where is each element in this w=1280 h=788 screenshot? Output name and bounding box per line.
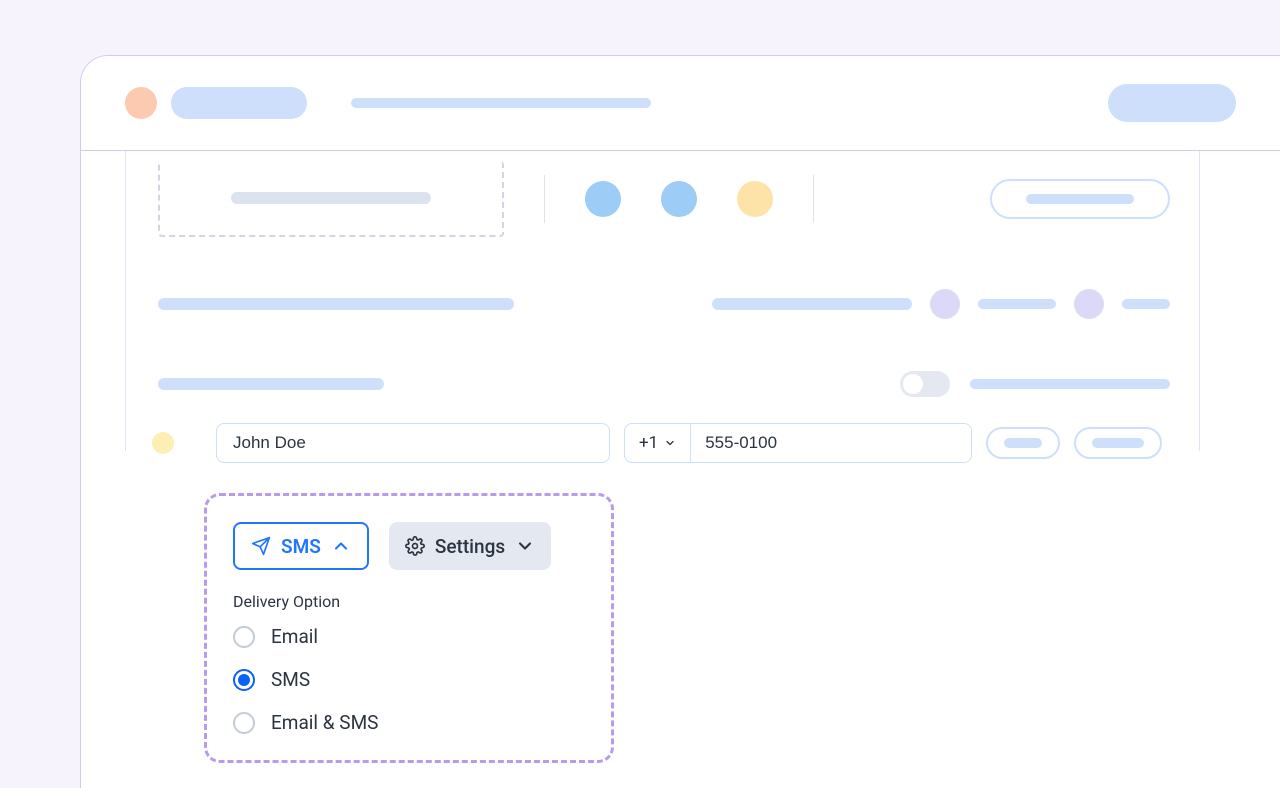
chevron-up-icon <box>331 536 351 556</box>
logo-text-placeholder <box>171 87 307 119</box>
action-button-2[interactable] <box>1074 427 1162 459</box>
delivery-section-label: Delivery Option <box>233 592 585 611</box>
action-button-1[interactable] <box>986 427 1060 459</box>
app-header <box>81 56 1280 151</box>
toggle-label-placeholder <box>970 379 1170 389</box>
send-icon <box>251 536 271 556</box>
radio-icon <box>233 669 255 691</box>
chevron-down-icon <box>515 536 535 556</box>
avatar-placeholder <box>930 289 960 319</box>
radio-option-email-sms[interactable]: Email & SMS <box>233 711 585 734</box>
delivery-radio-group: Email SMS Email & SMS <box>233 625 585 734</box>
country-code-value: +1 <box>639 433 658 453</box>
gear-icon <box>405 536 425 556</box>
text-placeholder <box>158 378 384 390</box>
phone-field: +1 <box>624 423 972 463</box>
phone-input[interactable] <box>691 424 971 462</box>
toggle-switch[interactable] <box>900 371 950 397</box>
swatch-yellow[interactable] <box>737 181 773 217</box>
radio-label: Email <box>271 625 318 648</box>
text-placeholder <box>158 298 514 310</box>
name-input[interactable] <box>216 423 610 463</box>
header-action-button[interactable] <box>1108 84 1236 122</box>
chevron-down-icon <box>664 437 676 449</box>
app-window: +1 SMS Sett <box>80 55 1280 788</box>
radio-icon <box>233 712 255 734</box>
text-placeholder <box>1122 299 1170 309</box>
country-code-select[interactable]: +1 <box>625 424 691 462</box>
text-placeholder <box>712 298 912 310</box>
text-placeholder <box>978 299 1056 309</box>
divider <box>813 175 814 223</box>
header-subtitle-placeholder <box>351 98 651 108</box>
content-panel: +1 SMS Sett <box>125 151 1280 451</box>
swatch-blue-1[interactable] <box>585 181 621 217</box>
divider <box>544 175 545 223</box>
drop-area-label-placeholder <box>231 192 431 204</box>
avatar-placeholder <box>1074 289 1104 319</box>
outline-button[interactable] <box>990 179 1170 219</box>
radio-label: SMS <box>271 668 310 691</box>
radio-icon <box>233 626 255 648</box>
row-marker-icon <box>152 432 174 454</box>
panel-right-border <box>1199 151 1200 451</box>
info-row-2 <box>158 371 1280 397</box>
outline-button-label-placeholder <box>1026 194 1134 204</box>
swatch-blue-2[interactable] <box>661 181 697 217</box>
radio-label: Email & SMS <box>271 711 378 734</box>
radio-option-sms[interactable]: SMS <box>233 668 585 691</box>
settings-tab-label: Settings <box>435 535 505 558</box>
sms-tab[interactable]: SMS <box>233 522 369 570</box>
recipient-row: +1 <box>158 423 1280 463</box>
info-row-1 <box>158 289 1280 319</box>
settings-tab[interactable]: Settings <box>389 522 551 570</box>
toolbar-row <box>158 161 1280 237</box>
drop-area[interactable] <box>158 161 504 237</box>
delivery-option-panel: SMS Settings Delivery Option Email <box>204 493 614 763</box>
radio-option-email[interactable]: Email <box>233 625 585 648</box>
logo-mark <box>125 87 157 119</box>
sms-tab-label: SMS <box>281 535 321 558</box>
